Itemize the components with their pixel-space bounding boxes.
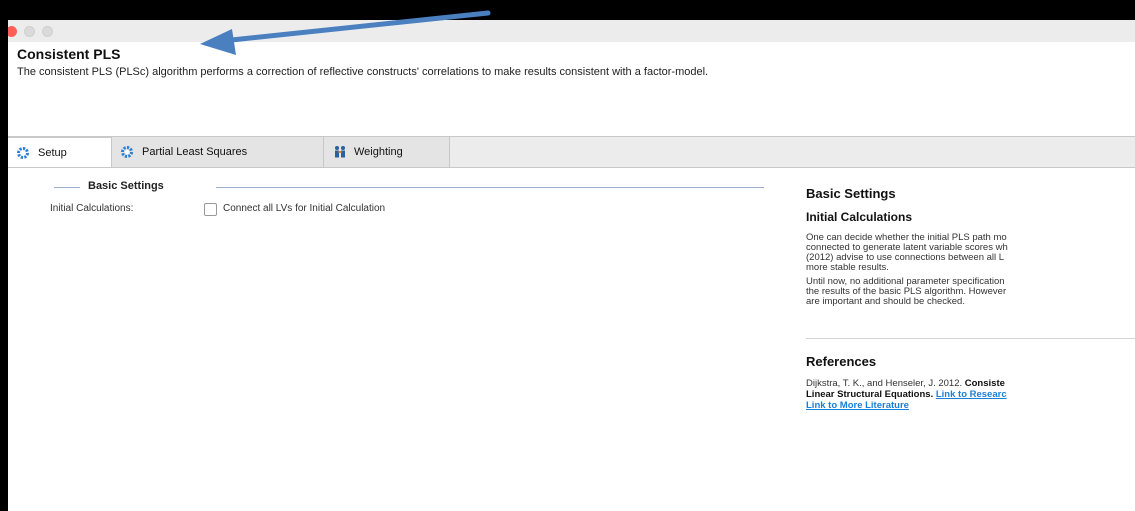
basic-settings-heading: Basic Settings [88,180,164,192]
tab-pls-label: Partial Least Squares [142,146,248,158]
references-heading: References [806,354,877,369]
connect-all-lvs-checkbox[interactable] [204,203,217,216]
help-paragraph: One can decide whether the initial PLS p… [806,232,1008,273]
tab-bar: Setup Partial Least Squares Weighting [8,137,1135,167]
maximize-window-button[interactable] [42,26,53,37]
dialog-description: The consistent PLS (PLSc) algorithm perf… [17,66,709,78]
reference-title-cont: Linear Structural Equations. [806,389,936,400]
close-window-button[interactable] [8,26,17,37]
people-icon [332,145,346,159]
help-title: Basic Settings [806,186,896,201]
research-link[interactable]: Link to Researc [936,389,1007,400]
tab-partial-least-squares[interactable]: Partial Least Squares [112,137,324,167]
gear-icon [120,145,134,159]
help-subtitle: Initial Calculations [806,210,913,224]
dialog-title: Consistent PLS [17,46,121,62]
gear-icon [16,146,30,160]
divider [216,187,764,188]
connect-all-lvs-label[interactable]: Connect all LVs for Initial Calculation [223,203,385,214]
reference-text: Dijkstra, T. K., and Henseler, J. 2012. [806,378,965,389]
divider [54,187,80,188]
tab-setup[interactable]: Setup [8,137,112,167]
tab-setup-label: Setup [38,146,67,159]
divider [806,338,1135,339]
help-paragraph: Until now, no additional parameter speci… [806,276,1007,307]
minimize-window-button[interactable] [24,26,35,37]
dialog-header: Consistent PLS The consistent PLS (PLSc)… [8,42,1135,137]
tab-weighting-label: Weighting [354,146,403,158]
reference-entry: Dijkstra, T. K., and Henseler, J. 2012. … [806,378,1007,411]
setup-panel: Basic Settings Initial Calculations: Con… [8,167,1135,511]
initial-calculations-label: Initial Calculations: [50,203,134,214]
title-bar [8,20,1135,42]
more-literature-link[interactable]: Link to More Literature [806,400,909,411]
app-window: Consistent PLS The consistent PLS (PLSc)… [8,20,1135,511]
reference-title: Consiste [964,378,1005,389]
tab-weighting[interactable]: Weighting [324,137,450,167]
